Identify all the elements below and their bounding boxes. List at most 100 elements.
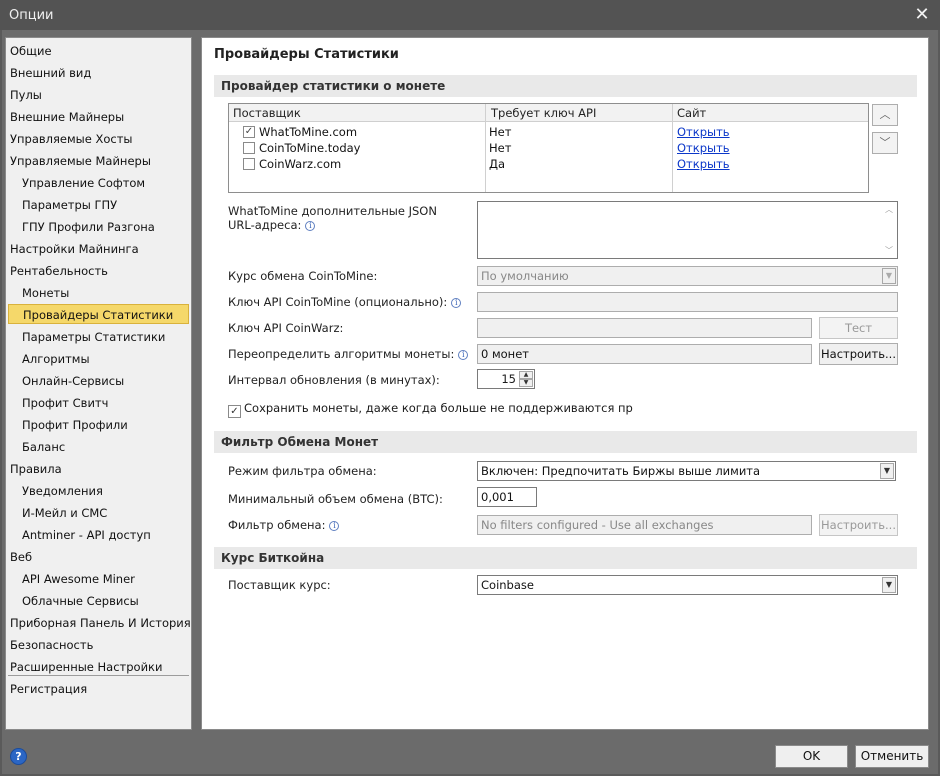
stepper-arrows: ▲ ▼ <box>519 371 533 387</box>
interval-value: 15 <box>501 372 516 386</box>
move-down-button[interactable]: ﹀ <box>872 132 898 154</box>
interval-stepper[interactable]: 15 ▲ ▼ <box>477 369 535 389</box>
nav-item-online-services[interactable]: Онлайн-Сервисы <box>8 371 189 391</box>
nav-item-mining-settings[interactable]: Настройки Майнинга <box>8 239 189 259</box>
nav-item-balance[interactable]: Баланс <box>8 437 189 457</box>
interval-label: Интервал обновления (в минутах): <box>228 373 440 387</box>
ok-button[interactable]: OK <box>775 745 848 768</box>
open-site-link[interactable]: Открыть <box>677 125 730 139</box>
chevron-down-icon[interactable]: ▼ <box>882 268 896 284</box>
filter-mode-label: Режим фильтра обмена: <box>228 464 377 478</box>
info-icon[interactable]: i <box>329 521 340 531</box>
keep-coins-label: Сохранить монеты, даже когда больше не п… <box>244 401 633 415</box>
nav-item-dashboard-history[interactable]: Приборная Панель И История <box>8 613 191 633</box>
configure-override-button[interactable]: Настроить... <box>819 343 898 365</box>
nav-item-gpu-settings[interactable]: Параметры ГПУ <box>8 195 189 215</box>
json-urls-label-line2: URL-адреса: i <box>228 218 437 232</box>
column-header-provider[interactable]: Поставщик <box>233 106 301 120</box>
json-urls-textarea[interactable]: ︿ ﹀ <box>477 201 898 259</box>
rate-dropdown[interactable]: По умолчанию ▼ <box>477 266 898 286</box>
scroll-up-icon[interactable]: ︿ <box>885 204 893 215</box>
override-label-text: Переопределить алгоритмы монеты: <box>228 347 455 361</box>
nav-item-notifications[interactable]: Уведомления <box>8 481 189 501</box>
keep-coins-checkbox-row[interactable]: ✓ Сохранить монеты, даже когда больше не … <box>228 401 633 418</box>
nav-item-rules[interactable]: Правила <box>8 459 189 479</box>
help-icon[interactable]: ? <box>10 748 27 765</box>
requires-key-value: Нет <box>489 125 512 139</box>
nav-item-profit-profiles[interactable]: Профит Профили <box>8 415 189 435</box>
nav-item-software-management[interactable]: Управление Софтом <box>8 173 189 193</box>
move-up-button[interactable]: ︿ <box>872 104 898 126</box>
info-icon[interactable]: i <box>305 221 316 231</box>
override-value-field: 0 монет <box>477 344 812 364</box>
nav-item-managed-hosts[interactable]: Управляемые Хосты <box>8 129 189 149</box>
nav-item-statistics-settings[interactable]: Параметры Статистики <box>8 327 189 347</box>
column-header-requires-key[interactable]: Требует ключ API <box>491 106 596 120</box>
nav-item-gpu-clocking-profiles[interactable]: ГПУ Профили Разгона <box>8 217 189 237</box>
requires-key-value: Да <box>489 157 506 171</box>
stepper-down-icon[interactable]: ▼ <box>519 379 533 387</box>
open-site-link[interactable]: Открыть <box>677 141 730 155</box>
rate-provider-dropdown[interactable]: Coinbase ▼ <box>477 575 898 595</box>
stepper-up-icon[interactable]: ▲ <box>519 371 533 379</box>
scroll-down-icon[interactable]: ﹀ <box>885 245 893 256</box>
nav-item-email-sms[interactable]: И-Мейл и СМС <box>8 503 189 523</box>
exchange-filter-field: No filters configured - Use all exchange… <box>477 515 812 535</box>
column-header-site[interactable]: Сайт <box>677 106 706 120</box>
textarea-scrollbar[interactable]: ︿ ﹀ <box>885 204 895 256</box>
chevron-down-icon[interactable]: ▼ <box>880 463 894 479</box>
rate-dropdown-value: По умолчанию <box>481 269 569 283</box>
nav-item-algorithms[interactable]: Алгоритмы <box>8 349 189 369</box>
nav-item-security[interactable]: Безопасность <box>8 635 189 655</box>
nav-item-antminer-api[interactable]: Antminer - API доступ <box>8 525 189 545</box>
rate-label: Курс обмена CoinToMine: <box>228 269 378 283</box>
nav-item-profit-switch[interactable]: Профит Свитч <box>8 393 189 413</box>
nav-item-external-miners[interactable]: Внешние Майнеры <box>8 107 189 127</box>
cw-key-input[interactable] <box>477 318 812 338</box>
provider-checkbox-cointomine[interactable] <box>243 142 255 154</box>
nav-item-advanced-settings[interactable]: Расширенные Настройки <box>8 657 189 677</box>
nav-item-general[interactable]: Общие <box>8 41 189 61</box>
nav-item-appearance[interactable]: Внешний вид <box>8 63 189 83</box>
provider-table: Поставщик Требует ключ API Сайт ✓ WhatTo… <box>228 103 869 193</box>
nav-item-awesome-miner-api[interactable]: API Awesome Miner <box>8 569 189 589</box>
table-row[interactable]: CoinWarz.com Да Открыть <box>229 156 868 172</box>
provider-checkbox-whattomine[interactable]: ✓ <box>243 126 255 138</box>
window-title: Опции <box>9 8 54 23</box>
info-icon[interactable]: i <box>451 298 462 308</box>
chevron-down-icon[interactable]: ▼ <box>882 577 896 593</box>
coin-provider-section-header: Провайдер статистики о монете <box>214 75 917 97</box>
nav-item-web[interactable]: Веб <box>8 547 189 567</box>
nav-item-statistics-providers[interactable]: Провайдеры Статистики <box>8 304 189 324</box>
nav-item-cloud-services[interactable]: Облачные Сервисы <box>8 591 189 611</box>
close-icon[interactable]: ✕ <box>912 5 932 25</box>
cw-key-label: Ключ API CoinWarz: <box>228 321 344 335</box>
info-icon[interactable]: i <box>458 350 469 360</box>
bitcoin-rate-section-header: Курс Биткойна <box>214 547 917 569</box>
rate-provider-label: Поставщик курс: <box>228 578 331 592</box>
ctm-key-label: Ключ API CoinToMine (опционально): i <box>228 295 462 309</box>
ctm-key-input[interactable] <box>477 292 898 312</box>
filter-mode-dropdown[interactable]: Включен: Предпочитать Биржы выше лимита … <box>477 461 896 481</box>
nav-item-managed-miners[interactable]: Управляемые Майнеры <box>8 151 189 171</box>
exchange-filter-section-header: Фильтр Обмена Монет <box>214 431 917 453</box>
rate-provider-value: Coinbase <box>481 578 534 592</box>
table-row[interactable]: CoinToMine.today Нет Открыть <box>229 140 868 156</box>
cancel-button[interactable]: Отменить <box>855 745 929 768</box>
nav-item-profitability[interactable]: Рентабельность <box>8 261 189 281</box>
nav-item-registration[interactable]: Регистрация <box>8 679 189 699</box>
json-urls-label-line1: WhatToMine дополнительные JSON <box>228 204 437 218</box>
nav-item-pools[interactable]: Пулы <box>8 85 189 105</box>
nav-item-coins[interactable]: Монеты <box>8 283 189 303</box>
table-row[interactable]: ✓ WhatToMine.com Нет Открыть <box>229 124 868 140</box>
options-nav-tree: Общие Внешний вид Пулы Внешние Майнеры У… <box>5 37 192 730</box>
settings-panel: Провайдеры Статистики Провайдер статисти… <box>201 37 929 730</box>
open-site-link[interactable]: Открыть <box>677 157 730 171</box>
keep-coins-checkbox[interactable]: ✓ <box>228 405 241 418</box>
min-volume-input[interactable]: 0,001 <box>477 487 537 507</box>
test-button[interactable]: Тест <box>819 317 898 339</box>
configure-filter-button[interactable]: Настроить... <box>819 514 898 536</box>
provider-checkbox-coinwarz[interactable] <box>243 158 255 170</box>
json-urls-label: WhatToMine дополнительные JSON URL-адрес… <box>228 204 437 232</box>
override-label: Переопределить алгоритмы монеты: i <box>228 347 469 361</box>
